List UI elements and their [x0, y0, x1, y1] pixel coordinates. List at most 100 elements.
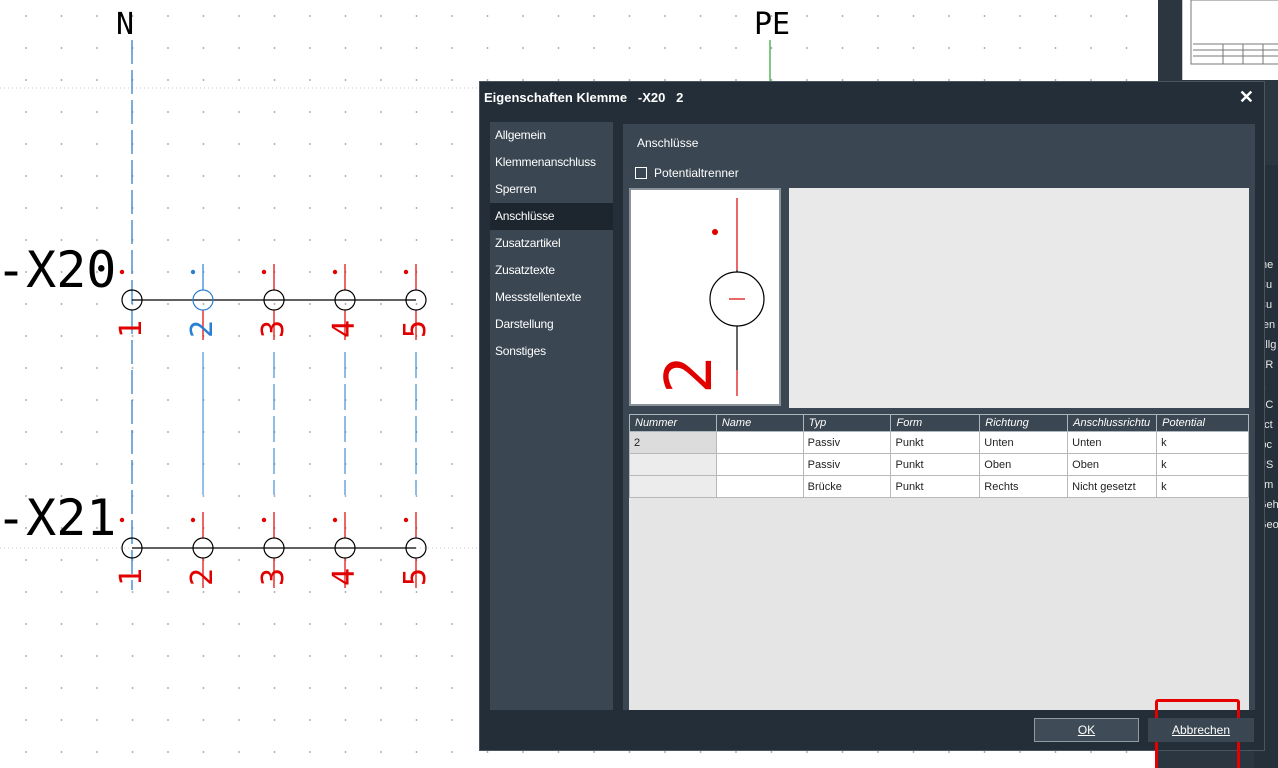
grid-dot	[25, 111, 27, 113]
grid-dot	[273, 495, 276, 497]
nav-item[interactable]: Messstellentexte	[490, 284, 613, 311]
grid-dot	[131, 687, 134, 689]
grid-dot	[451, 751, 453, 753]
grid-dot	[344, 303, 347, 305]
grid-dot	[806, 15, 808, 17]
grid-dot	[96, 79, 98, 81]
grid-dot	[96, 367, 98, 369]
grid-dot	[25, 367, 27, 369]
table-cell[interactable]: Oben	[979, 453, 1069, 476]
grid-dot	[451, 495, 453, 497]
grid-dot	[60, 143, 63, 145]
table-row[interactable]: 2 Passiv Punkt Unten Unten k	[629, 431, 1249, 454]
potential-separator-checkbox[interactable]	[635, 167, 647, 179]
grid-dot	[167, 687, 169, 689]
grid-dot	[344, 111, 347, 113]
grid-dot	[380, 431, 382, 433]
grid-dot	[699, 47, 702, 49]
cancel-button[interactable]: Abbrechen	[1148, 718, 1254, 742]
table-cell[interactable]: Passiv	[802, 453, 892, 476]
column-header[interactable]: Typ	[802, 414, 892, 432]
table-cell[interactable]: Punkt	[890, 453, 981, 476]
terminal-strip-x20[interactable]: -X20 1 2 3 4 5	[0, 241, 433, 495]
grid-dot	[167, 495, 169, 497]
table-cell[interactable]: Passiv	[802, 431, 892, 454]
sheet-thumbnail[interactable]	[1182, 0, 1278, 80]
grid-dot	[167, 719, 169, 721]
grid-dot	[273, 15, 276, 17]
grid-dot	[131, 367, 134, 369]
table-cell[interactable]: Brücke	[802, 475, 892, 498]
column-header[interactable]: Potential	[1156, 414, 1249, 432]
nav-item[interactable]: Zusatztexte	[490, 257, 613, 284]
table-cell[interactable]: Punkt	[890, 475, 981, 498]
nav-item[interactable]: Zusatzartikel	[490, 230, 613, 257]
table-row[interactable]: Brücke Punkt Rechts Nicht gesetzt k	[629, 475, 1249, 498]
grid-dot	[238, 335, 240, 337]
terminal-number: 4	[327, 320, 362, 338]
table-row[interactable]: Passiv Punkt Oben Oben k	[629, 453, 1249, 476]
grid-dot	[415, 207, 418, 209]
column-header[interactable]: Anschlussrichtu	[1067, 414, 1158, 432]
table-cell[interactable]: Nicht gesetzt	[1067, 475, 1158, 498]
grid-dot	[309, 559, 311, 561]
grid-dot	[380, 495, 382, 497]
table-cell[interactable]	[715, 453, 804, 476]
grid-dot	[202, 655, 205, 657]
nav-item[interactable]: Sperren	[490, 176, 613, 203]
column-header[interactable]: Nummer	[629, 414, 717, 432]
nav-item[interactable]: Sonstiges	[490, 338, 613, 365]
nav-item[interactable]: Anschlüsse	[490, 203, 613, 230]
grid-dot	[380, 239, 382, 241]
grid-dot	[238, 431, 240, 433]
grid-dot	[167, 15, 169, 17]
grid-dot	[1019, 751, 1021, 753]
column-header[interactable]: Richtung	[979, 414, 1069, 432]
table-cell[interactable]: Oben	[1067, 453, 1158, 476]
connections-page: Anschlüsse Potentialtrenner 2 Nummer Nam…	[623, 124, 1255, 768]
grid-dot	[415, 79, 418, 81]
grid-dot	[273, 687, 276, 689]
nav-item[interactable]: Darstellung	[490, 311, 613, 338]
table-cell[interactable]: Unten	[1067, 431, 1158, 454]
grid-dot	[238, 15, 240, 17]
table-cell[interactable]	[715, 431, 804, 454]
grid-dot	[25, 15, 27, 17]
potential-separator-row[interactable]: Potentialtrenner	[635, 166, 739, 180]
grid-dot	[167, 399, 169, 401]
grid-dot	[273, 111, 276, 113]
close-icon[interactable]: ✕	[1239, 87, 1254, 108]
nav-item[interactable]: Klemmenanschluss	[490, 149, 613, 176]
grid-dot	[415, 175, 418, 177]
grid-dot	[96, 111, 98, 113]
grid-dot	[202, 111, 205, 113]
grid-dot	[167, 591, 169, 593]
table-cell[interactable]: Rechts	[979, 475, 1069, 498]
column-header[interactable]: Name	[715, 414, 804, 432]
grid-dot	[96, 431, 98, 433]
table-cell[interactable]	[715, 475, 804, 498]
grid-dot	[309, 591, 311, 593]
table-cell[interactable]: Punkt	[890, 431, 981, 454]
grid-dot	[451, 559, 453, 561]
grid-dot	[167, 111, 169, 113]
table-cell[interactable]: k	[1156, 431, 1249, 454]
terminal-dot	[119, 517, 125, 523]
grid-dot	[238, 751, 240, 753]
table-cell[interactable]: k	[1156, 453, 1249, 476]
nav-item[interactable]: Allgemein	[490, 122, 613, 149]
table-cell[interactable]: k	[1156, 475, 1249, 498]
table-cell[interactable]: Unten	[979, 431, 1069, 454]
grid-dot	[60, 335, 63, 337]
table-cell[interactable]: 2	[629, 431, 717, 454]
grid-dot	[238, 175, 240, 177]
grid-dot	[238, 495, 240, 497]
grid-dot	[238, 399, 240, 401]
column-header[interactable]: Form	[890, 414, 981, 432]
table-cell[interactable]	[629, 475, 717, 498]
terminal-strip-x21[interactable]: -X21 1 2 3 4 5	[0, 489, 433, 588]
grid-dot	[557, 47, 560, 49]
table-cell[interactable]	[629, 453, 717, 476]
ok-button[interactable]: OK	[1034, 718, 1139, 742]
grid-dot	[309, 271, 311, 273]
